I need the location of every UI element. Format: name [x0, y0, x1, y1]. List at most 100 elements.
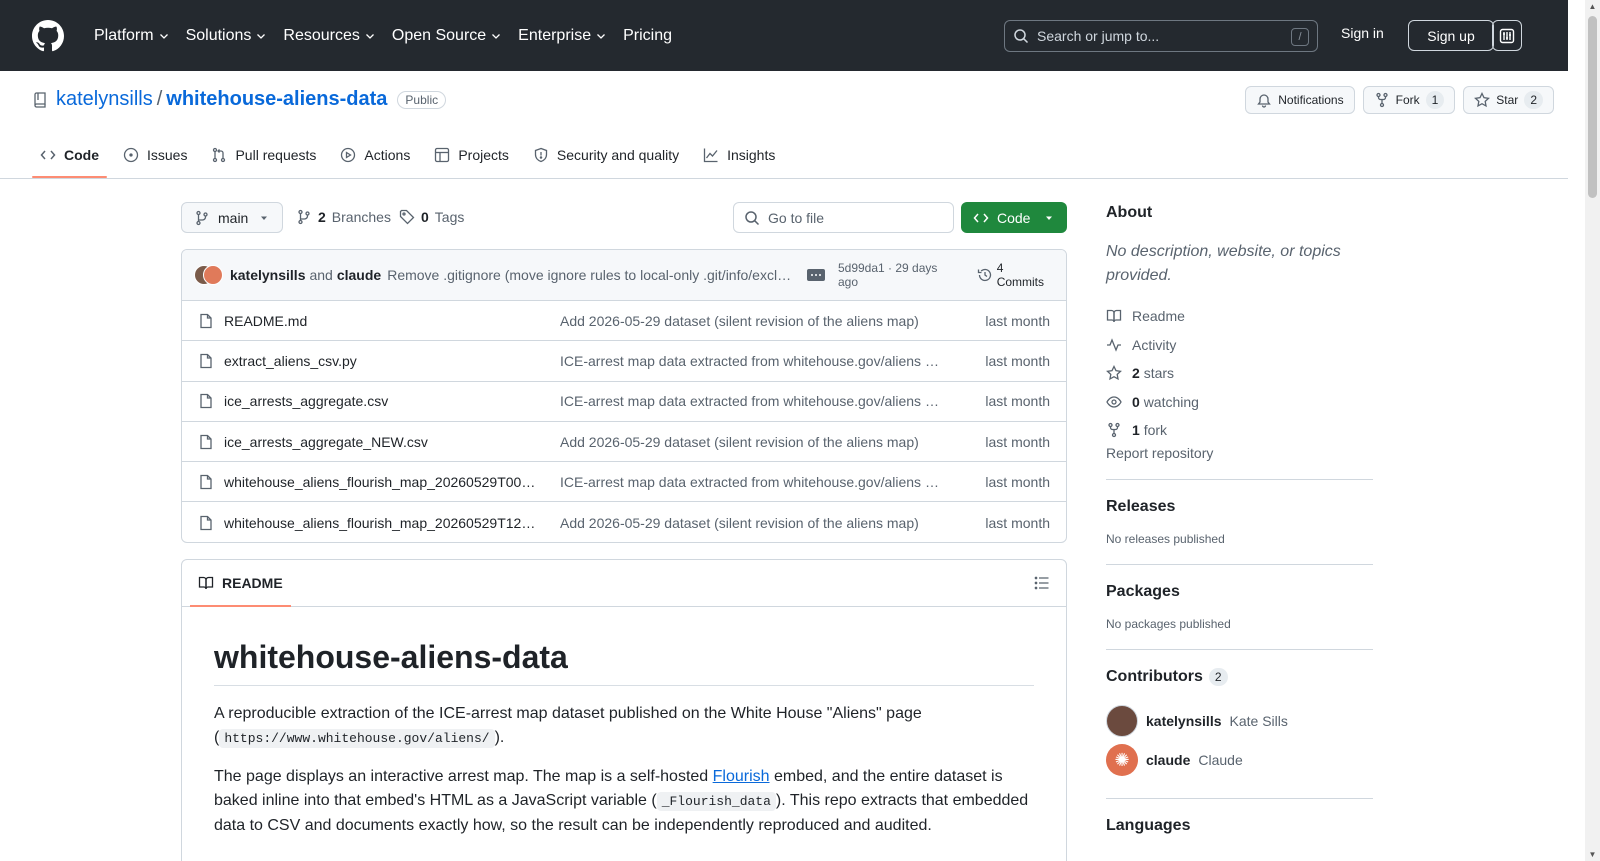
releases-heading[interactable]: Releases	[1106, 498, 1373, 516]
global-search-input[interactable]: Search or jump to... /	[1004, 20, 1318, 52]
global-nav-solutions[interactable]: Solutions	[178, 16, 276, 56]
tab-actions[interactable]: Actions	[332, 134, 418, 176]
table-row[interactable]: extract_aliens_csv.py ICE-arrest map data…	[182, 341, 1066, 382]
branch-selector-button[interactable]: main	[181, 202, 283, 233]
contributor-item[interactable]: katelynsills Kate Sills	[1106, 702, 1373, 741]
file-name-link[interactable]: whitehouse_aliens_flourish_map_20260529T…	[224, 515, 542, 531]
commit-expand-button[interactable]	[807, 269, 825, 281]
readme-header: README	[182, 560, 1066, 607]
tab-pull-requests[interactable]: Pull requests	[203, 134, 324, 176]
table-row[interactable]: whitehouse_aliens_flourish_map_20260529T…	[182, 502, 1066, 542]
file-icon	[200, 434, 212, 449]
scrollbar-thumb[interactable]	[1588, 16, 1597, 198]
file-name-link[interactable]: whitehouse_aliens_flourish_map_20260529T…	[224, 474, 542, 490]
fork-label: Fork	[1395, 93, 1420, 107]
forks-link[interactable]: 1 fork	[1106, 416, 1373, 445]
repo-actions: Notifications Fork 1 Star 2	[1245, 86, 1554, 114]
commit-message-link[interactable]: Remove .gitignore (move ignore rules to …	[387, 267, 793, 283]
table-row[interactable]: ice_arrests_aggregate.csv ICE-arrest map …	[182, 382, 1066, 422]
file-name-link[interactable]: README.md	[224, 313, 542, 329]
file-name-link[interactable]: extract_aliens_csv.py	[224, 353, 542, 369]
commit-coauthor-link[interactable]: claude	[337, 267, 381, 283]
tab-code[interactable]: Code	[32, 134, 107, 178]
readme-content: whitehouse-aliens-data A reproducible ex…	[182, 607, 1066, 838]
file-updated-time: last month	[985, 312, 1050, 329]
table-row[interactable]: ice_arrests_aggregate_NEW.csv Add 2026-05…	[182, 422, 1066, 463]
go-to-file-input[interactable]: Go to file	[733, 202, 954, 233]
go-to-file-placeholder: Go to file	[768, 209, 825, 226]
notifications-label: Notifications	[1278, 93, 1344, 107]
tab-projects[interactable]: Projects	[426, 134, 517, 176]
file-name-link[interactable]: ice_arrests_aggregate_NEW.csv	[224, 434, 542, 450]
sidebar-divider	[1106, 563, 1373, 565]
branches-link[interactable]: 2 Branches	[296, 209, 391, 225]
file-updated-time: last month	[985, 433, 1050, 450]
stars-link[interactable]: 2 stars	[1106, 359, 1373, 388]
file-commit-link[interactable]: ICE-arrest map data extracted from white…	[560, 393, 940, 409]
repo-separator: /	[156, 88, 163, 110]
tags-link[interactable]: 0 Tags	[399, 209, 464, 225]
fork-button[interactable]: Fork 1	[1362, 86, 1456, 114]
global-nav: Platform Solutions Resources Open Source Ent…	[86, 16, 680, 56]
repo-name-link[interactable]: whitehouse-aliens-data	[166, 88, 387, 111]
releases-empty: No releases published	[1106, 531, 1225, 546]
file-commit-link[interactable]: Add 2026-05-29 dataset (silent revision …	[560, 515, 940, 531]
tab-actions-label: Actions	[364, 147, 411, 163]
github-logo-icon[interactable]	[32, 19, 64, 52]
book-icon	[1106, 310, 1122, 323]
global-nav-resources[interactable]: Resources	[275, 16, 383, 56]
tab-security[interactable]: Security and quality	[525, 134, 687, 176]
tags-label: Tags	[434, 209, 465, 225]
readme-tab[interactable]: README	[190, 560, 291, 607]
file-commit-link[interactable]: ICE-arrest map data extracted from white…	[560, 353, 940, 369]
avatar[interactable]	[203, 265, 223, 285]
watchers-link[interactable]: 0 watching	[1106, 388, 1373, 417]
commit-author-link[interactable]: katelynsills	[230, 267, 306, 283]
caret-down-icon	[261, 216, 267, 220]
readme-text: The page displays an interactive arrest …	[214, 768, 713, 785]
issue-opened-icon	[123, 147, 139, 163]
contributors-heading[interactable]: Contributors	[1106, 668, 1203, 686]
file-commit-link[interactable]: Add 2026-05-29 dataset (silent revision …	[560, 313, 940, 329]
file-commit-link[interactable]: Add 2026-05-29 dataset (silent revision …	[560, 434, 940, 450]
code-dropdown-button[interactable]: Code	[961, 202, 1067, 233]
table-row[interactable]: README.md Add 2026-05-29 dataset (silent …	[182, 301, 1066, 342]
contributor-name: Claude	[1198, 752, 1243, 768]
contributor-item[interactable]: ✺ claude Claude	[1106, 741, 1373, 780]
fork-label: fork	[1143, 422, 1168, 439]
global-nav-pricing[interactable]: Pricing	[615, 16, 680, 56]
repo-owner-link[interactable]: katelynsills	[56, 88, 153, 111]
sign-up-button[interactable]: Sign up	[1408, 20, 1494, 51]
scroll-down-arrow-icon[interactable]: ▼	[1588, 850, 1597, 859]
readme-link[interactable]: Readme	[1106, 302, 1373, 331]
global-menu-button[interactable]	[1492, 20, 1522, 51]
table-row[interactable]: whitehouse_aliens_flourish_map_20260529T…	[182, 462, 1066, 503]
search-placeholder: Search or jump to...	[1037, 28, 1160, 44]
activity-link-label: Activity	[1132, 336, 1177, 353]
contributor-login: katelynsills	[1146, 713, 1222, 729]
commit-sha-link[interactable]: 5d99da1 · 29 days ago	[838, 261, 961, 289]
tab-issues[interactable]: Issues	[115, 134, 195, 176]
tab-insights[interactable]: Insights	[695, 134, 783, 176]
notifications-button[interactable]: Notifications	[1245, 86, 1355, 114]
activity-link[interactable]: Activity	[1106, 331, 1373, 360]
readme-panel: README whitehouse-aliens-data A reproduc…	[181, 559, 1067, 861]
page-scrollbar[interactable]: ▲ ▼	[1585, 0, 1600, 861]
packages-heading[interactable]: Packages	[1106, 583, 1373, 601]
file-commit-link[interactable]: ICE-arrest map data extracted from white…	[560, 474, 940, 490]
list-unordered-icon[interactable]	[1034, 575, 1050, 591]
table-icon	[435, 147, 450, 163]
global-nav-open-source[interactable]: Open Source	[384, 16, 510, 56]
global-nav-platform[interactable]: Platform	[86, 16, 178, 56]
contributor-login: claude	[1146, 752, 1191, 768]
report-repository-link[interactable]: Report repository	[1106, 445, 1213, 461]
flourish-link[interactable]: Flourish	[713, 768, 770, 785]
file-name-link[interactable]: ice_arrests_aggregate.csv	[224, 393, 542, 409]
tab-pull-requests-label: Pull requests	[235, 147, 317, 163]
languages-heading: Languages	[1106, 816, 1191, 834]
scroll-up-arrow-icon[interactable]: ▲	[1588, 2, 1597, 11]
sign-in-link[interactable]: Sign in	[1341, 25, 1384, 41]
global-nav-enterprise[interactable]: Enterprise	[510, 16, 615, 56]
star-button[interactable]: Star 2	[1463, 86, 1554, 114]
commits-history-link[interactable]: 4 Commits	[977, 261, 1054, 289]
